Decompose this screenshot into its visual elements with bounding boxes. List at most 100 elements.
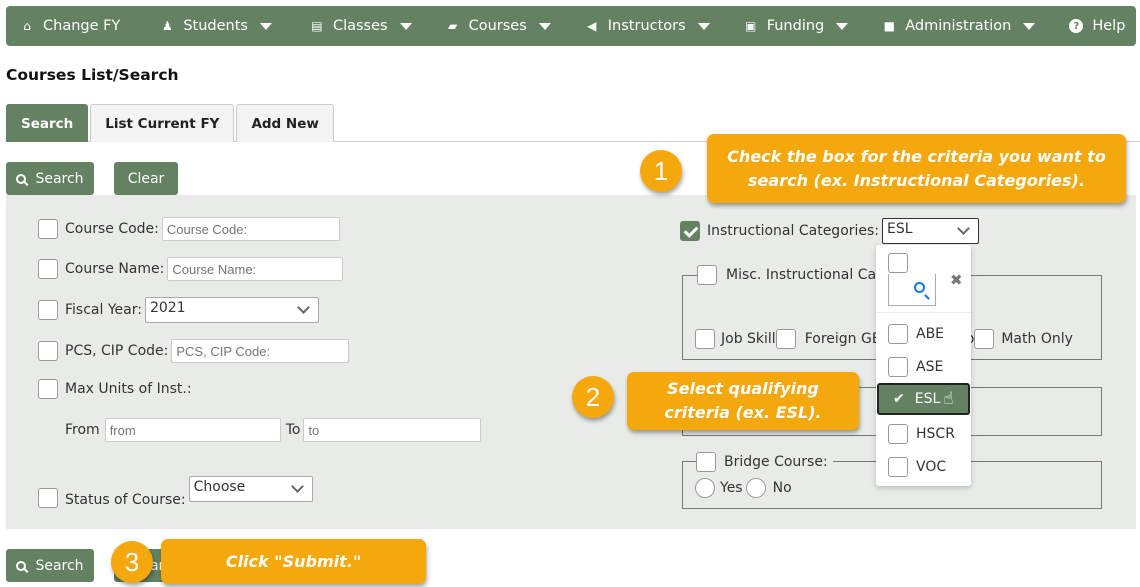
- bridge-course-legend: Bridge Course:: [696, 452, 833, 472]
- option-label: ESL: [914, 391, 941, 407]
- callout-step-1: Check the box for the criteria you want …: [707, 134, 1126, 203]
- fiscal-year-checkbox[interactable]: [38, 300, 58, 320]
- course-code-label: Course Code:: [65, 221, 159, 237]
- step-badge-3: 3: [111, 541, 153, 583]
- instructional-categories-dropdown: ✖ ABE ASE ✔ ESL ☝ HSCR VOC: [876, 245, 971, 486]
- main-nav: ⌂ Change FY ♟ Students ▤ Classes ▰ Cours…: [6, 6, 1140, 46]
- search-icon: [16, 560, 27, 571]
- course-name-checkbox[interactable]: [38, 259, 58, 279]
- megaphone-icon: ◀: [587, 19, 597, 33]
- caret-down-icon: [836, 22, 849, 30]
- job-skill-checkbox[interactable]: [695, 329, 715, 349]
- course-code-checkbox[interactable]: [38, 219, 58, 239]
- building-icon: ▤: [311, 19, 323, 33]
- person-icon: ♟: [161, 19, 173, 33]
- fiscal-year-label: Fiscal Year:: [65, 302, 142, 318]
- option-label: HSCR: [916, 426, 955, 442]
- max-units-checkbox[interactable]: [38, 379, 58, 399]
- bridge-no-radio[interactable]: [745, 478, 766, 498]
- misc-categories-checkbox[interactable]: [697, 265, 717, 285]
- pcs-cip-checkbox[interactable]: [38, 341, 58, 361]
- bridge-course-checkbox[interactable]: [696, 452, 716, 472]
- nav-courses[interactable]: ▰ Courses: [446, 18, 551, 34]
- foreign-ge-checkbox[interactable]: [775, 329, 796, 349]
- max-units-label: Max Units of Inst.:: [65, 381, 192, 397]
- option-label: ASE: [916, 359, 944, 375]
- course-code-input[interactable]: [161, 217, 340, 241]
- bridge-yes-label: Yes: [720, 480, 743, 496]
- step-badge-2: 2: [572, 376, 614, 418]
- clear-button-top[interactable]: Clear: [114, 162, 178, 195]
- dropdown-divider: [876, 312, 971, 313]
- nav-classes[interactable]: ▤ Classes: [310, 18, 412, 34]
- close-icon[interactable]: ✖: [950, 271, 963, 289]
- misc-categories-legend: Misc. Instructional Cat: [697, 265, 889, 285]
- pcs-cip-row: PCS, CIP Code:: [38, 339, 350, 363]
- nav-label: Funding: [766, 18, 825, 34]
- course-name-label: Course Name:: [65, 261, 165, 277]
- math-only-checkbox[interactable]: [974, 329, 995, 349]
- fiscal-year-select[interactable]: 2021: [144, 297, 319, 323]
- foreign-ge-label: Foreign GE: [804, 331, 881, 347]
- caret-down-icon: [697, 22, 710, 30]
- course-code-row: Course Code:: [38, 217, 340, 241]
- fiscal-year-row: Fiscal Year: 2021: [38, 297, 319, 323]
- instructional-categories-checkbox[interactable]: [680, 221, 700, 241]
- chevron-down-icon: [957, 222, 970, 235]
- caret-down-icon: [399, 22, 412, 30]
- bridge-course-label: Bridge Course:: [724, 454, 828, 470]
- dropdown-option-esl[interactable]: ✔ ESL ☝: [877, 383, 970, 415]
- dropdown-option-hscr[interactable]: HSCR: [876, 419, 971, 449]
- dropdown-option-abe[interactable]: ABE: [876, 319, 971, 349]
- to-label: To: [285, 422, 301, 438]
- search-button-bottom[interactable]: Search: [6, 549, 94, 582]
- step-badge-1: 1: [640, 150, 682, 192]
- search-button-label: Search: [35, 170, 84, 187]
- fiscal-year-value: 2021: [149, 300, 186, 316]
- instructional-categories-label: Instructional Categories:: [707, 223, 880, 239]
- search-icon: [914, 282, 925, 293]
- nav-students[interactable]: ♟ Students: [160, 18, 272, 34]
- dropdown-option-ase[interactable]: ASE: [876, 352, 971, 382]
- option-checkbox: [888, 457, 908, 477]
- option-label: ABE: [916, 326, 945, 342]
- course-name-input[interactable]: [167, 257, 344, 281]
- nav-instructors[interactable]: ◀ Instructors: [585, 18, 710, 34]
- caret-down-icon: [259, 22, 272, 30]
- tab-add-new[interactable]: Add New: [236, 104, 334, 142]
- status-checkbox[interactable]: [38, 488, 58, 508]
- dropdown-filter-input[interactable]: [888, 274, 936, 306]
- caret-down-icon: [1023, 22, 1036, 30]
- tab-search[interactable]: Search: [6, 104, 89, 142]
- search-button-top[interactable]: Search: [6, 162, 94, 195]
- nav-label: Classes: [332, 18, 388, 34]
- instructional-categories-select[interactable]: ESL: [882, 218, 980, 244]
- dropdown-option-voc[interactable]: VOC: [876, 452, 971, 482]
- nav-change-fy[interactable]: ⌂ Change FY: [20, 18, 120, 34]
- math-only-label: Math Only: [1001, 331, 1073, 347]
- select-all-checkbox[interactable]: [888, 253, 908, 273]
- job-skill-label: Job Skill: [721, 331, 776, 347]
- from-input[interactable]: [104, 418, 281, 442]
- instructional-categories-value: ESL: [887, 221, 913, 237]
- money-icon: ▣: [745, 19, 757, 33]
- bridge-no-label: No: [772, 480, 792, 496]
- bridge-yes-radio[interactable]: [695, 478, 715, 498]
- pcs-cip-input[interactable]: [171, 339, 350, 363]
- course-name-row: Course Name:: [38, 257, 344, 281]
- nav-label: Help: [1092, 18, 1126, 34]
- option-checkbox: [888, 357, 908, 377]
- home-icon: ⌂: [23, 19, 31, 33]
- hand-cursor-icon: ☝: [943, 389, 954, 409]
- callout-step-3: Click "Submit.": [161, 539, 426, 584]
- tab-list-current-fy[interactable]: List Current FY: [90, 104, 235, 142]
- nav-help[interactable]: ? Help: [1069, 18, 1140, 34]
- nav-administration[interactable]: ■ Administration: [882, 18, 1036, 34]
- status-label: Status of Course:: [65, 492, 186, 508]
- status-row: Status of Course: Choose: [38, 476, 313, 508]
- to-input[interactable]: [303, 418, 482, 442]
- nav-funding[interactable]: ▣ Funding: [744, 18, 849, 34]
- chevron-down-icon: [297, 301, 310, 314]
- status-select[interactable]: Choose: [188, 476, 313, 502]
- nav-label: Courses: [468, 18, 527, 34]
